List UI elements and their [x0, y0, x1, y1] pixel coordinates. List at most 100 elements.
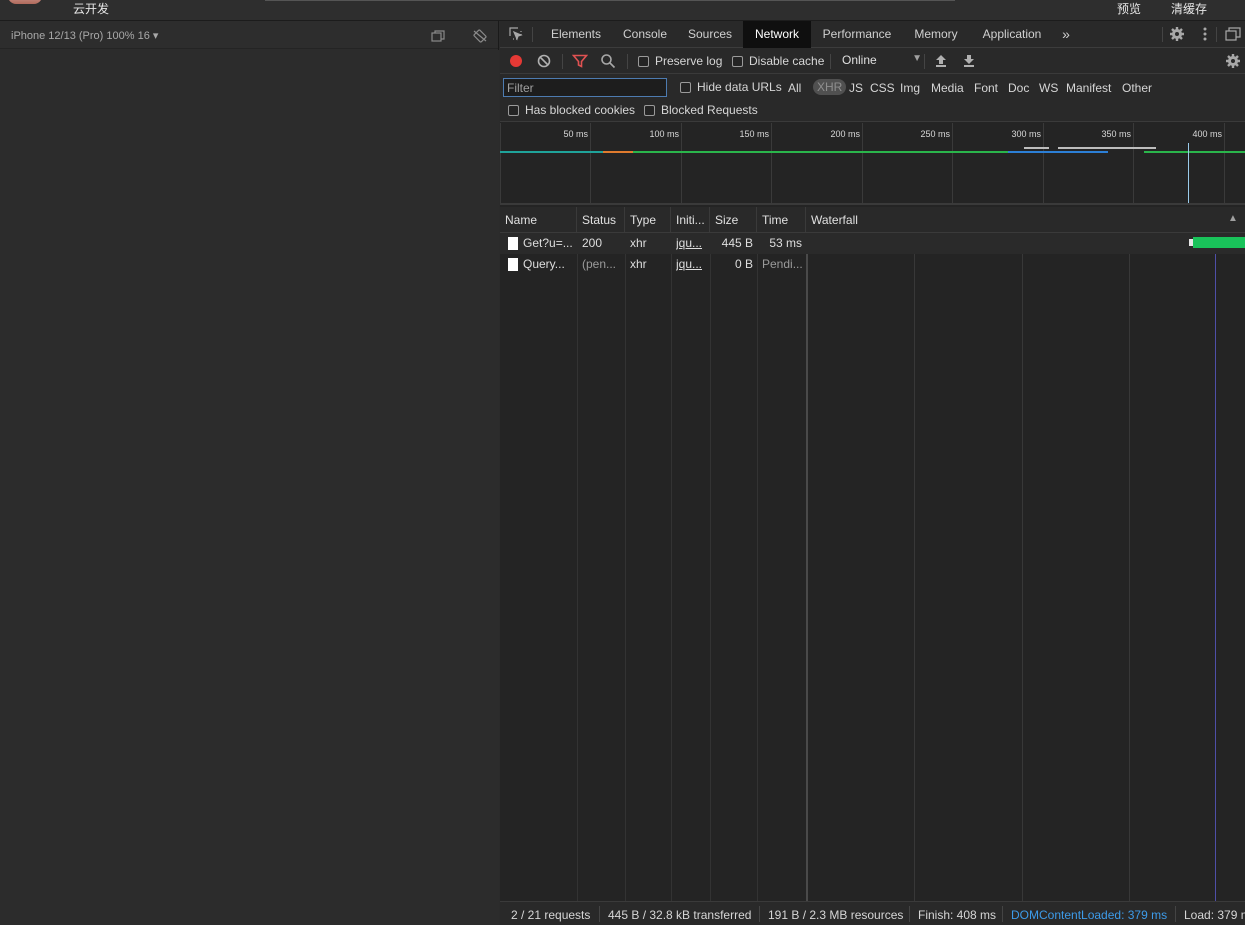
waterfall-gridline — [1129, 234, 1130, 901]
column-header-time[interactable]: Time — [757, 207, 806, 233]
hide-data-urls-label: Hide data URLs — [697, 80, 782, 94]
column-header-status[interactable]: Status — [577, 207, 625, 233]
filter-input[interactable] — [503, 78, 667, 97]
toolbar-separator — [830, 54, 831, 69]
overview-tick-label: 150 ms — [739, 129, 769, 139]
throttling-value: Online — [842, 53, 877, 67]
overview-tick-label: 300 ms — [1011, 129, 1041, 139]
table-row[interactable]: Get?u=... 200 xhr jqu... 445 B 53 ms — [500, 233, 1245, 254]
simulator-panel: iPhone 12/13 (Pro) 100% 16 ▾ — [0, 21, 499, 925]
more-options-icon[interactable] — [1197, 26, 1213, 42]
sort-ascending-icon: ▲ — [1228, 213, 1238, 224]
column-divider — [671, 233, 672, 901]
overview-gridline — [1133, 123, 1134, 203]
overview-gridline — [952, 123, 953, 203]
request-status: 200 — [582, 236, 603, 250]
popout-window-icon[interactable] — [430, 28, 446, 44]
tab-sources[interactable]: Sources — [681, 21, 739, 48]
checkbox-box — [680, 81, 691, 93]
rotate-device-icon[interactable] — [472, 28, 488, 44]
column-header-waterfall[interactable]: Waterfall — [806, 207, 1245, 233]
search-icon[interactable] — [600, 53, 616, 69]
tab-elements[interactable]: Elements — [543, 21, 609, 48]
status-separator — [909, 906, 910, 922]
blocked-requests-label: Blocked Requests — [661, 103, 758, 117]
request-status: (pen... — [582, 257, 617, 271]
filter-type-js[interactable]: JS — [849, 81, 863, 95]
tab-memory[interactable]: Memory — [906, 21, 966, 48]
overview-activity-line — [1144, 151, 1245, 153]
throttling-select[interactable]: Online ▼ — [842, 53, 922, 69]
filter-type-ws[interactable]: WS — [1039, 81, 1058, 95]
preview-button[interactable]: 预览 — [1117, 0, 1141, 17]
column-divider — [625, 233, 626, 901]
clear-icon[interactable] — [536, 53, 552, 69]
column-divider — [806, 233, 808, 901]
column-header-size[interactable]: Size — [710, 207, 757, 233]
tab-application[interactable]: Application — [974, 21, 1050, 48]
filter-type-media[interactable]: Media — [931, 81, 964, 95]
transferred-size: 445 B / 32.8 kB transferred — [608, 908, 752, 922]
filter-icon[interactable] — [571, 53, 589, 69]
status-separator — [759, 906, 760, 922]
settings-gear-icon[interactable] — [1169, 26, 1185, 42]
request-size: 0 B — [734, 257, 753, 271]
filter-type-doc[interactable]: Doc — [1008, 81, 1029, 95]
devtools-panel: Elements Console Sources Network Perform… — [500, 21, 1245, 925]
device-select[interactable]: iPhone 12/13 (Pro) 100% 16 ▾ — [11, 29, 158, 42]
toolbar-separator — [924, 54, 925, 69]
filter-type-css[interactable]: CSS — [870, 81, 895, 95]
filter-type-font[interactable]: Font — [974, 81, 998, 95]
request-initiator-link[interactable]: jqu... — [676, 233, 708, 254]
filter-type-manifest[interactable]: Manifest — [1066, 81, 1111, 95]
column-divider — [710, 233, 711, 901]
column-divider — [577, 233, 578, 901]
waterfall-request-bar — [1193, 237, 1245, 248]
hide-data-urls-checkbox[interactable]: Hide data URLs — [680, 80, 782, 94]
blocked-requests-checkbox[interactable]: Blocked Requests — [644, 103, 758, 117]
request-name: Get?u=... — [523, 236, 573, 250]
network-overview-timeline[interactable]: 50 ms 100 ms 150 ms 200 ms 250 ms 300 ms… — [500, 123, 1245, 205]
checkbox-box — [638, 55, 649, 67]
inspect-element-icon[interactable] — [508, 26, 524, 42]
table-header: Name Status Type Initi... Size Time Wate… — [500, 207, 1245, 233]
more-tabs-button[interactable]: » — [1056, 21, 1076, 48]
checkbox-box — [732, 55, 743, 67]
devtools-tab-bar: Elements Console Sources Network Perform… — [500, 21, 1245, 48]
tab-performance[interactable]: Performance — [816, 21, 898, 48]
overview-tick-label: 50 ms — [563, 129, 588, 139]
app-top-bar: 云开发 预览 清缓存 — [0, 0, 1245, 21]
network-settings-gear-icon[interactable] — [1225, 53, 1241, 69]
app-name: 云开发 — [73, 2, 110, 16]
overview-gridline — [500, 123, 501, 203]
preserve-log-checkbox[interactable]: Preserve log — [638, 54, 722, 68]
export-har-icon[interactable] — [961, 53, 977, 69]
tab-separator — [1216, 27, 1217, 42]
status-separator — [599, 906, 600, 922]
filter-type-all[interactable]: All — [788, 81, 801, 95]
clear-cache-button[interactable]: 清缓存 — [1171, 0, 1207, 17]
filter-type-other[interactable]: Other — [1122, 81, 1152, 95]
toolbar-separator — [627, 54, 628, 69]
column-header-type[interactable]: Type — [625, 207, 671, 233]
column-header-name[interactable]: Name — [500, 207, 577, 233]
toolbar-separator — [562, 54, 563, 69]
request-type: xhr — [630, 236, 647, 250]
tab-console[interactable]: Console — [614, 21, 676, 48]
disable-cache-checkbox[interactable]: Disable cache — [732, 54, 824, 68]
request-initiator-link[interactable]: jqu... — [676, 254, 708, 275]
table-row[interactable]: Query... (pen... xhr jqu... 0 B Pendi... — [500, 254, 1245, 275]
overview-tick-label: 200 ms — [830, 129, 860, 139]
record-icon[interactable] — [508, 53, 524, 69]
finish-time: Finish: 408 ms — [918, 908, 997, 922]
import-har-icon[interactable] — [933, 53, 949, 69]
undock-window-icon[interactable] — [1225, 26, 1241, 42]
has-blocked-cookies-checkbox[interactable]: Has blocked cookies — [508, 103, 635, 117]
waterfall-gridline — [1022, 234, 1023, 901]
simulator-toolbar: iPhone 12/13 (Pro) 100% 16 ▾ — [0, 21, 498, 49]
filter-type-xhr[interactable]: XHR — [813, 79, 847, 95]
filter-type-img[interactable]: Img — [900, 81, 920, 95]
column-header-initiator[interactable]: Initi... — [671, 207, 710, 233]
tab-network[interactable]: Network — [743, 21, 811, 48]
request-count: 2 / 21 requests — [511, 908, 591, 922]
